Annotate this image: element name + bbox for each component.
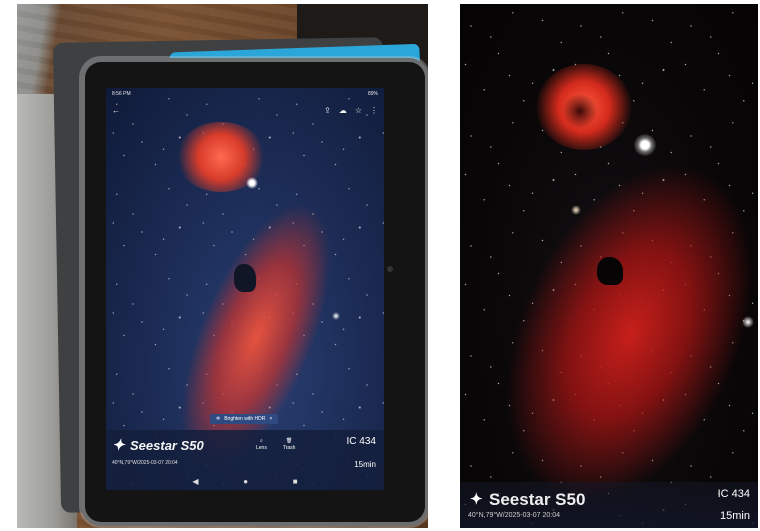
tablet-photo: 8:56 PM 89% ← ⇪ ☁ ☆ ⋮ ✲ Brighten with HD…	[17, 4, 428, 528]
nav-back-icon[interactable]: ◀	[192, 477, 198, 486]
close-icon[interactable]: ×	[269, 416, 272, 422]
orange-star	[571, 205, 581, 215]
brand-logo: Seestar S50	[112, 436, 204, 454]
bright-star	[332, 312, 340, 320]
status-bar: 8:56 PM 89%	[112, 91, 378, 101]
seestar-logo-icon	[470, 490, 484, 508]
nebula-image: Seestar S50 40°N,79°W/2025-03-07 20:04 I…	[460, 4, 758, 528]
seestar-logo-icon	[112, 436, 126, 454]
brand-logo: Seestar S50	[470, 490, 585, 510]
location-timestamp: 40°N,79°W/2025-03-07 20:04	[468, 512, 560, 519]
nav-recents-icon[interactable]: ■	[293, 477, 298, 486]
trash-icon: 🗑	[285, 438, 293, 444]
hdr-label: Brighten with HDR	[224, 416, 266, 422]
trash-label: Trash	[282, 445, 296, 451]
lens-icon: ⌕	[260, 438, 263, 444]
status-time: 8:56 PM	[112, 91, 131, 97]
star-icon[interactable]: ☆	[355, 106, 362, 115]
horsehead-silhouette	[597, 257, 623, 285]
flame-dust-lane	[562, 94, 598, 128]
lens-label: Lens	[256, 445, 267, 451]
more-vert-icon[interactable]: ⋮	[370, 106, 378, 115]
tablet-device: 8:56 PM 89% ← ⇪ ☁ ☆ ⋮ ✲ Brighten with HD…	[85, 62, 425, 522]
app-topbar: ← ⇪ ☁ ☆ ⋮	[112, 104, 378, 116]
camera-dot	[387, 266, 393, 272]
arrow-left-icon[interactable]: ←	[112, 106, 120, 115]
horsehead-silhouette	[234, 264, 256, 292]
trash-button[interactable]: 🗑 Trash	[283, 438, 296, 451]
brand-name: Seestar S50	[489, 490, 586, 509]
lens-button[interactable]: ⌕ Lens	[256, 438, 267, 451]
nav-home-icon[interactable]: ●	[243, 477, 248, 486]
info-panel: Seestar S50 40°N,79°W/2025-03-07 20:04 I…	[460, 482, 758, 528]
toolbar: ⌕ Lens 🗑 Trash	[256, 438, 295, 451]
brand-name: Seestar S50	[130, 438, 204, 453]
target-name: IC 434	[717, 488, 750, 500]
bright-star	[742, 316, 754, 328]
target-name: IC 434	[346, 436, 376, 447]
tablet-screen: 8:56 PM 89% ← ⇪ ☁ ☆ ⋮ ✲ Brighten with HD…	[106, 88, 384, 490]
share-icon[interactable]: ⇪	[324, 106, 331, 115]
hdr-icon: ✲	[216, 416, 221, 422]
system-nav-bar: ◀ ● ■	[170, 477, 320, 486]
info-panel: Seestar S50 ⌕ Lens 🗑 Trash IC 434 40°N,7…	[106, 430, 384, 490]
status-battery: 89%	[367, 91, 378, 97]
location-timestamp: 40°N,79°W/2025-03-07 20:04	[112, 460, 178, 466]
exposure-time: 15min	[720, 510, 750, 522]
hdr-button[interactable]: ✲ Brighten with HDR ×	[210, 414, 279, 424]
exposure-time: 15min	[354, 460, 376, 469]
alnitak-star	[634, 134, 656, 156]
cloud-icon[interactable]: ☁	[339, 106, 347, 115]
alnitak-star	[246, 177, 258, 189]
